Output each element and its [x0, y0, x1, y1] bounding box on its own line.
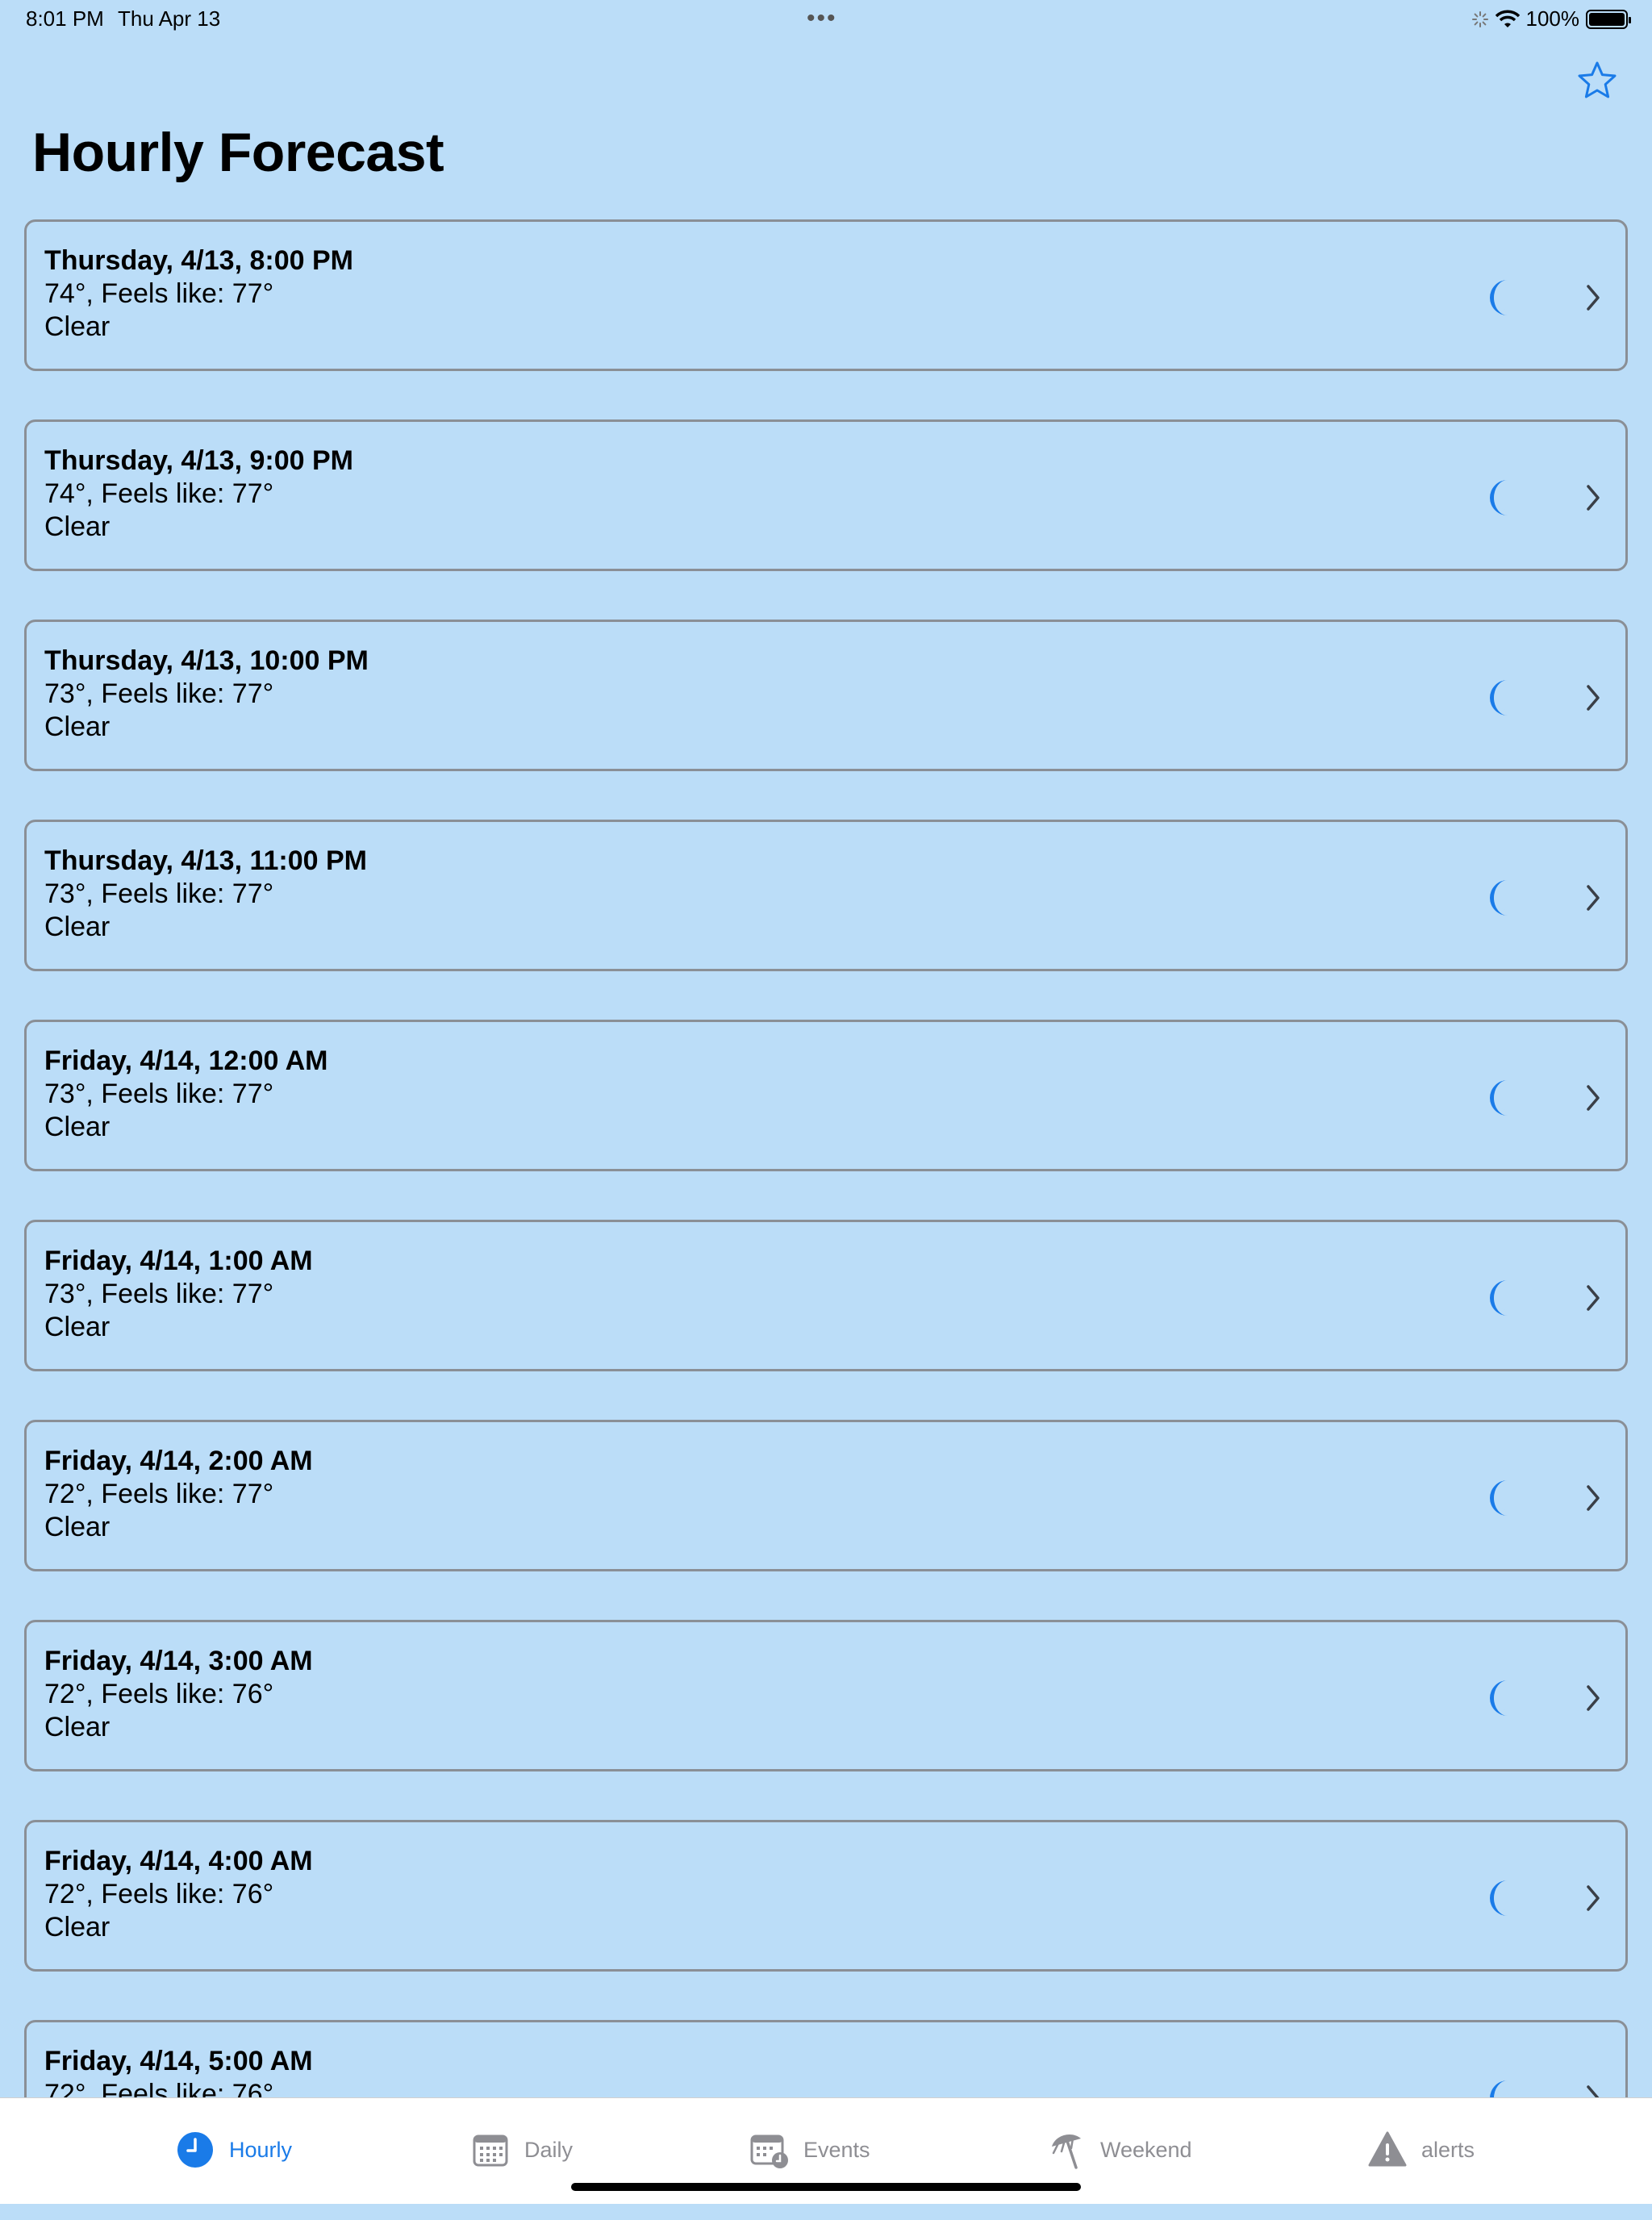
forecast-time: Thursday, 4/13, 10:00 PM: [44, 645, 369, 676]
moon-icon: [1490, 1280, 1508, 1316]
forecast-temperature: 74°, Feels like: 77°: [44, 478, 274, 509]
forecast-row[interactable]: Friday, 4/14, 12:00 AM 73°, Feels like: …: [24, 1020, 1628, 1171]
forecast-row-text: Friday, 4/14, 12:00 AM 73°, Feels like: …: [44, 1045, 328, 1144]
tab-label: Hourly: [229, 2137, 293, 2162]
forecast-time: Friday, 4/14, 1:00 AM: [44, 1246, 313, 1276]
status-bar: 8:01 PM Thu Apr 13 ••• 100%: [0, 0, 1652, 39]
forecast-condition: Clear: [44, 1512, 111, 1542]
forecast-row[interactable]: Friday, 4/14, 4:00 AM 72°, Feels like: 7…: [24, 1820, 1628, 1972]
forecast-row-text: Thursday, 4/13, 10:00 PM 73°, Feels like…: [44, 645, 369, 744]
tab-label: Daily: [524, 2137, 574, 2162]
forecast-temperature: 73°, Feels like: 77°: [44, 1079, 274, 1109]
forecast-time: Thursday, 4/13, 9:00 PM: [44, 445, 353, 476]
forecast-temperature: 73°, Feels like: 77°: [44, 678, 274, 709]
chevron-right-icon[interactable]: [1582, 1482, 1604, 1514]
forecast-condition: Clear: [44, 1312, 111, 1342]
forecast-row[interactable]: Thursday, 4/13, 11:00 PM 73°, Feels like…: [24, 820, 1628, 971]
tab-label: Events: [803, 2137, 870, 2162]
moon-icon: [1490, 1880, 1508, 1916]
tab-events[interactable]: Events: [750, 2126, 870, 2174]
moon-icon: [1490, 880, 1508, 916]
moon-icon: [1490, 480, 1508, 515]
forecast-condition: Clear: [44, 511, 111, 542]
tab-label: alerts: [1421, 2137, 1475, 2162]
chevron-right-icon[interactable]: [1582, 1882, 1604, 1914]
calendar-clock-icon: [750, 2134, 788, 2168]
forecast-time: Friday, 4/14, 3:00 AM: [44, 1646, 313, 1676]
tab-weekend[interactable]: Weekend: [1047, 2126, 1192, 2174]
moon-icon: [1490, 280, 1508, 315]
page-title: Hourly Forecast: [32, 122, 444, 183]
battery-percentage: 100%: [1525, 6, 1580, 31]
tab-daily[interactable]: Daily: [471, 2126, 573, 2174]
forecast-row-text: Friday, 4/14, 1:00 AM 73°, Feels like: 7…: [44, 1245, 313, 1344]
moon-icon: [1490, 1080, 1508, 1116]
tab-label: Weekend: [1100, 2137, 1192, 2162]
chevron-right-icon[interactable]: [1582, 282, 1604, 314]
forecast-row-text: Thursday, 4/13, 11:00 PM 73°, Feels like…: [44, 845, 367, 944]
forecast-row[interactable]: Friday, 4/14, 1:00 AM 73°, Feels like: 7…: [24, 1220, 1628, 1371]
forecast-condition: Clear: [44, 311, 111, 342]
forecast-temperature: 72°, Feels like: 77°: [44, 1479, 274, 1509]
star-icon[interactable]: [1575, 58, 1620, 103]
forecast-condition: Clear: [44, 912, 111, 942]
chevron-right-icon[interactable]: [1582, 882, 1604, 914]
status-time: 8:01 PM: [26, 6, 104, 31]
moon-icon: [1490, 1680, 1508, 1716]
forecast-temperature: 74°, Feels like: 77°: [44, 278, 274, 309]
moon-icon: [1490, 680, 1508, 716]
forecast-time: Friday, 4/14, 2:00 AM: [44, 1446, 313, 1476]
forecast-row[interactable]: Friday, 4/14, 3:00 AM 72°, Feels like: 7…: [24, 1620, 1628, 1771]
forecast-row-text: Thursday, 4/13, 8:00 PM 74°, Feels like:…: [44, 244, 353, 344]
forecast-row-text: Friday, 4/14, 3:00 AM 72°, Feels like: 7…: [44, 1645, 313, 1744]
forecast-condition: Clear: [44, 1912, 111, 1942]
forecast-row-text: Friday, 4/14, 2:00 AM 72°, Feels like: 7…: [44, 1445, 313, 1544]
forecast-time: Friday, 4/14, 12:00 AM: [44, 1045, 328, 1076]
forecast-row[interactable]: Thursday, 4/13, 10:00 PM 73°, Feels like…: [24, 620, 1628, 771]
battery-icon: [1586, 9, 1631, 29]
warning-icon: [1368, 2131, 1407, 2167]
activity-spinner-icon: [1471, 10, 1488, 27]
forecast-time: Thursday, 4/13, 11:00 PM: [44, 845, 367, 876]
beach-umbrella-icon: [1052, 2134, 1081, 2169]
calendar-icon: [473, 2134, 508, 2167]
forecast-condition: Clear: [44, 1712, 111, 1742]
multitasking-dots-icon[interactable]: •••: [807, 5, 837, 32]
moon-icon: [1490, 1480, 1508, 1516]
wifi-icon: [1495, 10, 1520, 27]
forecast-row-text: Friday, 4/14, 4:00 AM 72°, Feels like: 7…: [44, 1845, 313, 1944]
forecast-temperature: 72°, Feels like: 76°: [44, 1679, 274, 1709]
forecast-time: Thursday, 4/13, 8:00 PM: [44, 245, 353, 276]
tab-alerts[interactable]: alerts: [1368, 2126, 1475, 2174]
status-indicators: 100%: [1471, 6, 1631, 31]
chevron-right-icon[interactable]: [1582, 1682, 1604, 1714]
forecast-temperature: 73°, Feels like: 77°: [44, 1279, 274, 1309]
chevron-right-icon[interactable]: [1582, 1282, 1604, 1314]
forecast-temperature: 73°, Feels like: 77°: [44, 878, 274, 909]
home-indicator[interactable]: [571, 2183, 1081, 2191]
forecast-time: Friday, 4/14, 5:00 AM: [44, 2046, 313, 2076]
forecast-row[interactable]: Friday, 4/14, 2:00 AM 72°, Feels like: 7…: [24, 1420, 1628, 1571]
forecast-temperature: 72°, Feels like: 76°: [44, 1879, 274, 1909]
forecast-row[interactable]: Thursday, 4/13, 8:00 PM 74°, Feels like:…: [24, 219, 1628, 371]
forecast-row-text: Thursday, 4/13, 9:00 PM 74°, Feels like:…: [44, 444, 353, 544]
clock-icon: [177, 2132, 213, 2168]
chevron-right-icon[interactable]: [1582, 682, 1604, 714]
chevron-right-icon[interactable]: [1582, 1082, 1604, 1114]
forecast-time: Friday, 4/14, 4:00 AM: [44, 1846, 313, 1876]
tab-hourly[interactable]: Hourly: [176, 2126, 292, 2174]
forecast-condition: Clear: [44, 1112, 111, 1142]
status-date: Thu Apr 13: [118, 6, 221, 31]
forecast-list: Thursday, 4/13, 8:00 PM 74°, Feels like:…: [24, 219, 1628, 2220]
forecast-row[interactable]: Thursday, 4/13, 9:00 PM 74°, Feels like:…: [24, 419, 1628, 571]
forecast-condition: Clear: [44, 711, 111, 742]
chevron-right-icon[interactable]: [1582, 482, 1604, 514]
